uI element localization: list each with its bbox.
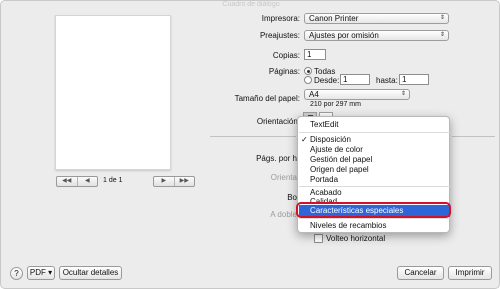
updown-icon: ⇕: [439, 32, 445, 38]
duplex-label: A doble: [270, 210, 297, 219]
section-divider: [452, 136, 495, 137]
presets-value: Ajustes por omisión: [309, 31, 379, 40]
pages-from-label: Desde:: [314, 76, 340, 85]
preview-pager: ◀◀ ◀ 1 de 1 ▶ ▶▶: [56, 176, 195, 188]
pages-label: Páginas:: [268, 67, 300, 76]
updown-icon: ⇕: [400, 91, 406, 97]
pdf-menu-button[interactable]: PDF ▾: [27, 266, 55, 280]
menu-item-paper-handling[interactable]: Gestión del papel: [310, 155, 372, 164]
copies-label: Copias:: [272, 51, 300, 60]
hide-details-button[interactable]: Ocultar detalles: [59, 266, 122, 280]
printer-select[interactable]: Canon Printer ⇕: [304, 13, 449, 24]
section-divider: [210, 136, 296, 137]
menu-item-cover-page[interactable]: Portada: [310, 175, 338, 184]
menu-item-textedit[interactable]: TextEdit: [310, 120, 338, 129]
print-button[interactable]: Imprimir: [448, 266, 492, 280]
updown-icon: ⇕: [439, 15, 445, 21]
presets-select[interactable]: Ajustes por omisión ⇕: [304, 30, 449, 41]
menu-separator: [299, 186, 450, 187]
cancel-button[interactable]: Cancelar: [397, 266, 444, 280]
pager-forward-group: ▶ ▶▶: [153, 176, 195, 187]
page-indicator: 1 de 1: [103, 177, 123, 184]
copies-field[interactable]: 1: [304, 49, 326, 60]
orientation-dim-label: Orienta: [270, 173, 297, 182]
flip-horizontal-label: Volteo horizontal: [326, 234, 386, 243]
pages-per-sheet-label: Págs. por h: [256, 154, 297, 163]
orientation-label: Orientación:: [256, 117, 300, 126]
page-preview: [55, 15, 171, 170]
printer-label: Impresora:: [261, 14, 300, 23]
paper-dimensions: 210 por 297 mm: [310, 101, 361, 108]
border-label: Bo: [287, 193, 297, 202]
menu-item-color-matching[interactable]: Ajuste de color: [310, 145, 363, 154]
paper-size-select[interactable]: A4 ⇕: [304, 89, 410, 100]
pages-from-field[interactable]: 1: [340, 74, 370, 85]
presets-label: Preajustes:: [259, 31, 300, 40]
pages-to-field[interactable]: 1: [399, 74, 429, 85]
menu-item-paper-source[interactable]: Origen del papel: [310, 165, 369, 174]
printer-value: Canon Printer: [309, 14, 359, 23]
prev-page-button[interactable]: ◀: [78, 177, 98, 186]
menu-item-supply-levels[interactable]: Niveles de recambios: [310, 221, 386, 230]
menu-item-layout[interactable]: Disposición: [301, 135, 351, 144]
next-page-button[interactable]: ▶: [154, 177, 175, 186]
paper-size-value: A4: [309, 90, 319, 99]
paper-size-label: Tamaño del papel:: [234, 94, 300, 103]
window-title: Cuadro de diálogo: [222, 1, 280, 8]
help-button[interactable]: ?: [10, 267, 23, 280]
menu-separator: [299, 218, 450, 219]
flip-horizontal-checkbox[interactable]: [314, 234, 323, 243]
pages-all-radio[interactable]: [304, 67, 312, 75]
menu-separator: [299, 132, 450, 133]
menu-item-finishing[interactable]: Acabado: [310, 188, 342, 197]
pages-all-label: Todas: [314, 67, 336, 76]
pages-to-label: hasta:: [376, 76, 398, 85]
highlight-annotation: [296, 202, 451, 218]
chevron-down-icon: ▾: [48, 268, 53, 277]
last-page-button[interactable]: ▶▶: [175, 177, 195, 186]
first-page-button[interactable]: ◀◀: [57, 177, 78, 186]
pages-range-radio[interactable]: [304, 76, 312, 84]
pager-back-group: ◀◀ ◀: [56, 176, 98, 187]
pdf-label: PDF: [29, 268, 46, 277]
